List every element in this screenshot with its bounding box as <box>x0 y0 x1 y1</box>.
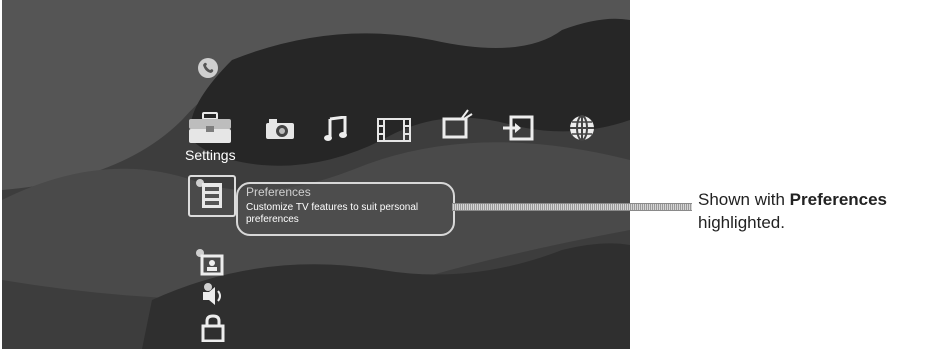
preferences-tooltip: Preferences Customize TV features to sui… <box>236 182 455 236</box>
photo-icon[interactable] <box>265 118 295 145</box>
background-artwork <box>2 0 630 349</box>
settings-toolbox-icon[interactable] <box>188 112 232 149</box>
caption-bold-term: Preferences <box>789 190 888 209</box>
parental-lock-icon[interactable] <box>200 314 226 347</box>
sound-icon[interactable] <box>200 282 226 313</box>
phone-icon[interactable] <box>197 57 219 84</box>
music-icon[interactable] <box>324 115 348 147</box>
tooltip-description: Customize TV features to suit personal p… <box>246 202 419 225</box>
tooltip-title: Preferences <box>246 185 311 199</box>
tv-icon[interactable] <box>442 108 474 145</box>
callout-leader-line <box>452 203 692 211</box>
network-icon[interactable] <box>568 114 596 147</box>
video-icon[interactable] <box>377 118 411 147</box>
caption-prefix: Shown with <box>698 190 790 209</box>
preferences-icon[interactable] <box>195 178 225 215</box>
settings-label: Settings <box>185 147 236 163</box>
tv-screen: Settings Preferences Customize TV featur… <box>2 0 630 349</box>
callout-caption: Shown with Preferences highlighted. <box>698 188 941 234</box>
caption-line2: highlighted. <box>698 213 785 232</box>
picture-settings-icon[interactable] <box>195 248 225 281</box>
input-icon[interactable] <box>502 115 534 146</box>
